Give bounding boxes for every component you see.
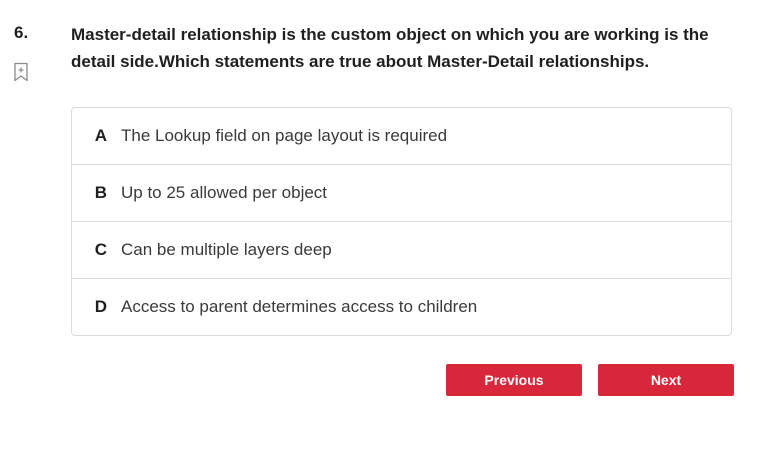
option-text: Can be multiple layers deep [121,240,332,259]
option-text: Access to parent determines access to ch… [121,297,478,316]
option-text: Up to 25 allowed per object [121,183,328,202]
option-letter: A [94,126,107,145]
option-text: The Lookup field on page layout is requi… [121,126,448,145]
question-text: Master-detail relationship is the custom… [71,25,709,71]
option-letter: B [94,183,107,202]
option-d[interactable]: D Access to parent determines access to … [72,279,731,335]
previous-button[interactable]: Previous [446,364,582,396]
option-letter: C [94,240,107,259]
bookmark-icon[interactable] [13,62,29,82]
next-button[interactable]: Next [598,364,734,396]
answer-options: A The Lookup field on page layout is req… [71,107,732,336]
question-number: 6. [14,23,29,42]
option-b[interactable]: B Up to 25 allowed per object [72,165,731,222]
option-a[interactable]: A The Lookup field on page layout is req… [72,108,731,165]
option-c[interactable]: C Can be multiple layers deep [72,222,731,279]
option-letter: D [94,297,107,316]
